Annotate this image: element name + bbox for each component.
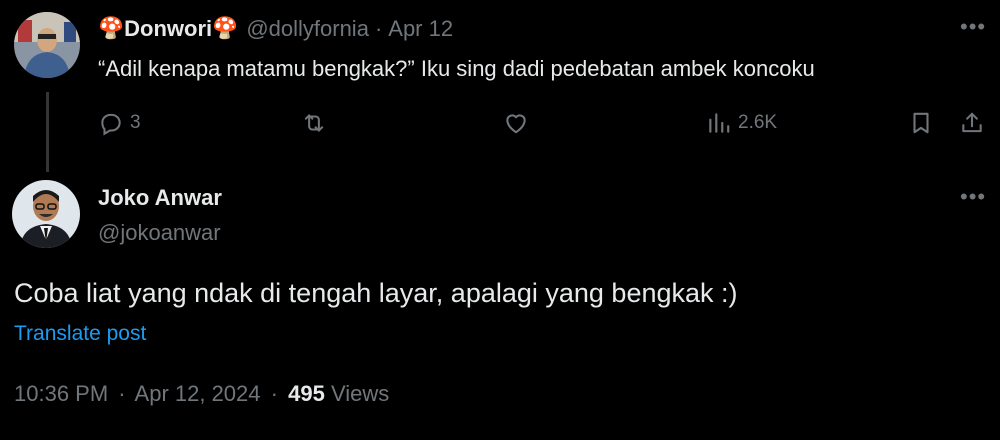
reply-button[interactable]: 3 bbox=[98, 110, 141, 136]
views-label: Views bbox=[330, 381, 390, 406]
retweet-icon bbox=[304, 114, 324, 132]
heart-icon bbox=[506, 114, 526, 134]
tweet-text: “Adil kenapa matamu bengkak?” Iku sing d… bbox=[98, 56, 815, 81]
bookmark-icon bbox=[913, 112, 929, 134]
avatar[interactable] bbox=[12, 180, 80, 248]
like-button[interactable] bbox=[502, 110, 536, 136]
reply-icon bbox=[101, 113, 121, 136]
author-name[interactable]: Joko Anwar bbox=[98, 185, 222, 211]
separator-dot: · bbox=[270, 381, 278, 406]
tweet-text: Coba liat yang ndak di tengah layar, apa… bbox=[14, 278, 738, 308]
mushroom-emoji-icon: 🍄 bbox=[98, 17, 125, 40]
author-handle[interactable]: @jokoanwar bbox=[98, 220, 221, 246]
tweet-date[interactable]: Apr 12 bbox=[388, 16, 453, 42]
views-count: 495 bbox=[288, 381, 325, 406]
separator-dot: · bbox=[118, 381, 126, 406]
bookmark-button[interactable] bbox=[908, 110, 934, 136]
retweet-button[interactable] bbox=[300, 110, 334, 136]
avatar[interactable] bbox=[14, 12, 80, 78]
parent-tweet-header: 🍄 Donwori 🍄 @dollyfornia · Apr 12 bbox=[98, 16, 453, 42]
more-icon[interactable]: ••• bbox=[960, 186, 986, 208]
thread-line bbox=[46, 92, 49, 172]
author-name[interactable]: Donwori bbox=[124, 16, 212, 42]
views-chart-icon bbox=[709, 113, 730, 133]
views-count: 2.6K bbox=[738, 112, 778, 133]
tweet-meta: 10:36 PM · Apr 12, 2024 · 495 Views bbox=[14, 381, 389, 407]
tweet-date[interactable]: Apr 12, 2024 bbox=[135, 381, 261, 406]
share-button[interactable] bbox=[958, 110, 986, 136]
reply-count: 3 bbox=[130, 112, 141, 133]
translate-post-link[interactable]: Translate post bbox=[14, 322, 146, 346]
author-handle[interactable]: @dollyfornia bbox=[246, 16, 369, 42]
tweet-time[interactable]: 10:36 PM bbox=[14, 381, 108, 406]
more-icon[interactable]: ••• bbox=[960, 16, 986, 38]
separator-dot: · bbox=[374, 16, 383, 41]
views-button[interactable]: 2.6K bbox=[706, 110, 777, 136]
mushroom-emoji-icon: 🍄 bbox=[212, 17, 239, 40]
share-icon bbox=[962, 112, 982, 133]
